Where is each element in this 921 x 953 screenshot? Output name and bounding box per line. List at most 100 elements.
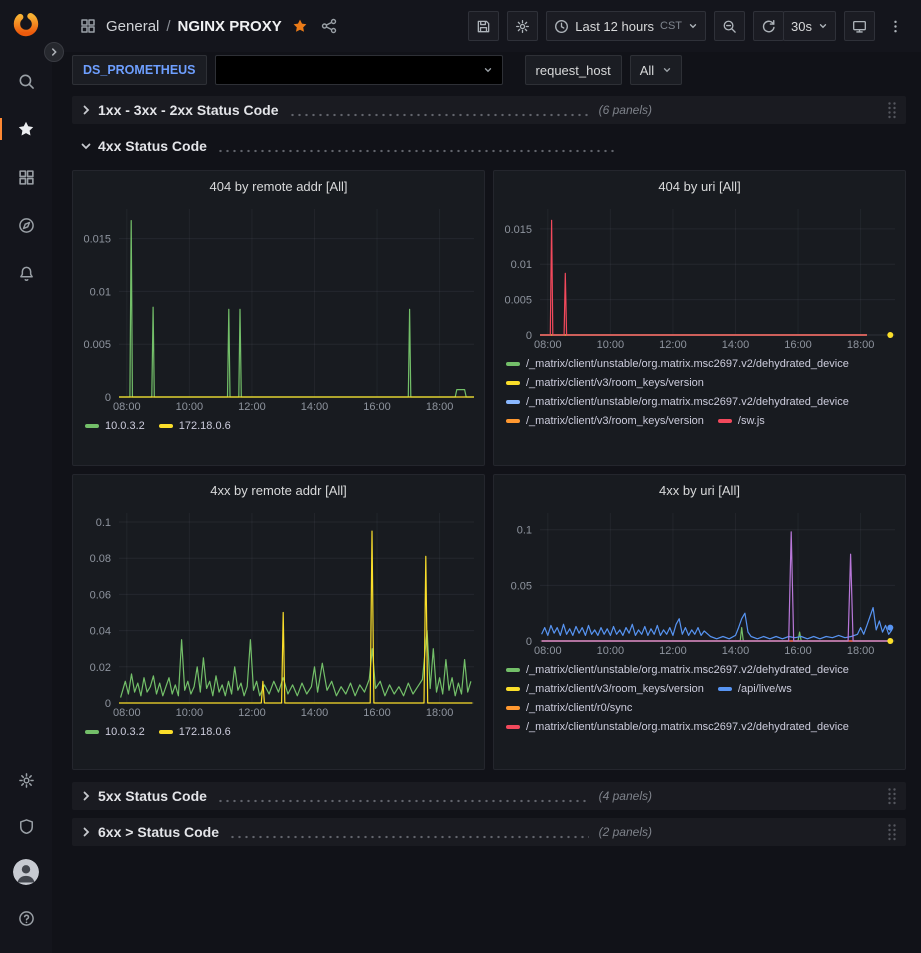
panel-4xx-by-remote-addr: 4xx by remote addr [All] 08:0010:0012:00… xyxy=(72,474,485,770)
sidebar-item-configuration[interactable] xyxy=(0,757,52,803)
dotted-leader xyxy=(229,835,589,839)
panel-title[interactable]: 404 by uri [All] xyxy=(494,171,905,201)
legend-label: /_matrix/client/unstable/org.matrix.msc2… xyxy=(526,662,849,678)
sidebar-item-starred[interactable] xyxy=(0,105,52,153)
dotted-leader xyxy=(217,799,589,803)
svg-text:18:00: 18:00 xyxy=(426,707,454,719)
svg-text:18:00: 18:00 xyxy=(426,401,454,413)
svg-text:0.08: 0.08 xyxy=(90,553,111,565)
panel-title[interactable]: 4xx by remote addr [All] xyxy=(73,475,484,505)
request-host-value: All xyxy=(640,63,654,78)
datasource-label[interactable]: DS_PROMETHEUS xyxy=(72,55,207,85)
row-panel-count: (4 panels) xyxy=(599,789,652,803)
sidebar-item-search[interactable] xyxy=(0,57,52,105)
sidebar-item-alerting[interactable] xyxy=(0,249,52,297)
row-5xx-status-code[interactable]: 5xx Status Code (4 panels) xyxy=(72,782,906,810)
refresh-button[interactable] xyxy=(753,11,784,41)
time-series-chart[interactable]: 08:0010:0012:0014:0016:0018:0000.0050.01… xyxy=(73,201,484,413)
avatar xyxy=(13,859,39,885)
save-icon xyxy=(476,19,491,34)
request-host-label[interactable]: request_host xyxy=(525,55,622,85)
kebab-menu-button[interactable] xyxy=(883,11,907,41)
time-series-chart[interactable]: 08:0010:0012:0014:0016:0018:0000.0050.01… xyxy=(494,201,905,351)
row-6xx-status-code[interactable]: 6xx > Status Code (2 panels) xyxy=(72,818,906,846)
legend-item[interactable]: 10.0.3.2 xyxy=(85,418,145,434)
breadcrumb-dashboard-title[interactable]: NGINX PROXY xyxy=(178,18,282,35)
time-range-picker[interactable]: Last 12 hours CST xyxy=(546,11,706,41)
legend-label: /sw.js xyxy=(738,413,765,429)
svg-text:10:00: 10:00 xyxy=(597,645,625,657)
legend-item[interactable]: /api/live/ws xyxy=(718,681,792,697)
row-drag-handle[interactable] xyxy=(886,823,898,841)
legend-item[interactable]: 172.18.0.6 xyxy=(159,418,231,434)
panel-title[interactable]: 404 by remote addr [All] xyxy=(73,171,484,201)
legend-item[interactable]: /_matrix/client/unstable/org.matrix.msc2… xyxy=(506,356,849,372)
sidebar-item-dashboards[interactable] xyxy=(0,153,52,201)
panel-legend: 10.0.3.2 172.18.0.6 xyxy=(73,719,484,769)
chevron-down-icon xyxy=(688,21,698,31)
refresh-interval-label: 30s xyxy=(791,19,812,34)
legend-item[interactable]: /_matrix/client/unstable/org.matrix.msc2… xyxy=(506,719,849,735)
legend-label: 172.18.0.6 xyxy=(179,724,231,740)
legend-swatch-icon xyxy=(506,725,520,729)
svg-text:0.01: 0.01 xyxy=(511,259,532,271)
breadcrumb-folder[interactable]: General xyxy=(106,18,159,35)
svg-text:12:00: 12:00 xyxy=(238,707,266,719)
sidebar-item-profile[interactable] xyxy=(0,849,52,895)
time-series-chart[interactable]: 08:0010:0012:0014:0016:0018:0000.020.040… xyxy=(73,505,484,719)
svg-text:0.06: 0.06 xyxy=(90,589,111,601)
sidebar xyxy=(0,0,52,953)
panel-title[interactable]: 4xx by uri [All] xyxy=(494,475,905,505)
refresh-interval-picker[interactable]: 30s xyxy=(783,11,836,41)
row-left: 4xx Status Code xyxy=(80,138,628,154)
legend-item[interactable]: /sw.js xyxy=(718,413,765,429)
svg-text:18:00: 18:00 xyxy=(847,339,875,351)
legend-label: 172.18.0.6 xyxy=(179,418,231,434)
legend-item[interactable]: /_matrix/client/r0/sync xyxy=(506,700,632,716)
sidebar-item-help[interactable] xyxy=(0,895,52,941)
legend-item[interactable]: 172.18.0.6 xyxy=(159,724,231,740)
time-series-chart[interactable]: 08:0010:0012:0014:0016:0018:0000.050.1 xyxy=(494,505,905,657)
topbar-actions: Last 12 hours CST xyxy=(468,11,907,41)
svg-text:10:00: 10:00 xyxy=(176,707,204,719)
legend-swatch-icon xyxy=(159,730,173,734)
legend-item[interactable]: 10.0.3.2 xyxy=(85,724,145,740)
row-1xx-3xx-2xx-status-code[interactable]: 1xx - 3xx - 2xx Status Code (6 panels) xyxy=(72,96,906,124)
chevron-down-icon xyxy=(662,65,672,75)
row-drag-handle[interactable] xyxy=(886,101,898,119)
svg-text:12:00: 12:00 xyxy=(659,645,687,657)
share-icon[interactable] xyxy=(321,18,337,34)
panel-4xx-by-uri: 4xx by uri [All] 08:0010:0012:0014:0016:… xyxy=(493,474,906,770)
svg-text:0.1: 0.1 xyxy=(96,517,111,529)
legend-swatch-icon xyxy=(85,730,99,734)
tv-mode-button[interactable] xyxy=(844,11,875,41)
request-host-select[interactable]: All xyxy=(630,55,682,85)
legend-item[interactable]: /_matrix/client/v3/room_keys/version xyxy=(506,375,704,391)
svg-text:14:00: 14:00 xyxy=(301,707,329,719)
datasource-value-select[interactable] xyxy=(215,55,503,85)
legend-item[interactable]: /_matrix/client/unstable/org.matrix.msc2… xyxy=(506,662,849,678)
sidebar-item-explore[interactable] xyxy=(0,201,52,249)
row-drag-handle[interactable] xyxy=(886,787,898,805)
settings-gear-icon xyxy=(515,19,530,34)
save-dashboard-button[interactable] xyxy=(468,11,499,41)
grafana-logo-icon xyxy=(12,10,40,38)
zoom-out-button[interactable] xyxy=(714,11,745,41)
svg-text:08:00: 08:00 xyxy=(534,645,562,657)
dashboard-content: 1xx - 3xx - 2xx Status Code (6 panels) xyxy=(52,88,921,953)
legend-item[interactable]: /_matrix/client/v3/room_keys/version xyxy=(506,681,704,697)
svg-text:0.02: 0.02 xyxy=(90,662,111,674)
sidebar-item-server-admin[interactable] xyxy=(0,803,52,849)
dashboard-settings-button[interactable] xyxy=(507,11,538,41)
sidebar-expand-button[interactable] xyxy=(44,42,64,62)
legend-item[interactable]: /_matrix/client/v3/room_keys/version xyxy=(506,413,704,429)
legend-swatch-icon xyxy=(506,362,520,366)
svg-text:0: 0 xyxy=(526,330,532,342)
request-host-variable: request_host All xyxy=(525,55,683,85)
legend-label: 10.0.3.2 xyxy=(105,724,145,740)
dashboard-variables-bar: DS_PROMETHEUS request_host All xyxy=(52,52,921,88)
favorite-star-icon[interactable] xyxy=(292,18,308,34)
row-4xx-status-code[interactable]: 4xx Status Code xyxy=(72,132,906,160)
grafana-logo[interactable] xyxy=(11,9,41,39)
legend-item[interactable]: /_matrix/client/unstable/org.matrix.msc2… xyxy=(506,394,849,410)
